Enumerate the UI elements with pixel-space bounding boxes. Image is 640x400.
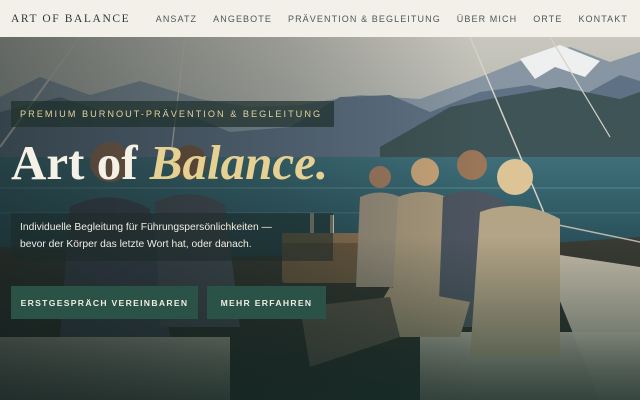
headline-accent: Balance.: [149, 135, 329, 190]
tagline-box: PREMIUM BURNOUT-PRÄVENTION & BEGLEITUNG: [11, 101, 334, 127]
hero-tagline: PREMIUM BURNOUT-PRÄVENTION & BEGLEITUNG: [20, 109, 323, 119]
cta-mehr-erfahren-button[interactable]: MEHR ERFAHREN: [207, 286, 326, 319]
cta-erstgespraech-button[interactable]: ERSTGESPRÄCH VEREINBAREN: [11, 286, 198, 319]
nav-item-praevention[interactable]: PRÄVENTION & BEGLEITUNG: [288, 14, 441, 24]
hero-lede: Individuelle Begleitung für Führungspers…: [11, 213, 333, 261]
hero-headline: Art of Balance.: [11, 133, 328, 193]
headline-main: Art of: [11, 135, 138, 190]
nav-item-orte[interactable]: ORTE: [533, 14, 562, 24]
lede-line-2: bevor der Körper das letzte Wort hat, od…: [20, 239, 252, 250]
nav-item-angebote[interactable]: ANGEBOTE: [213, 14, 272, 24]
site-header: ART OF BALANCE ANSATZ ANGEBOTE PRÄVENTIO…: [0, 0, 640, 37]
lede-line-1: Individuelle Begleitung für Führungspers…: [20, 222, 272, 233]
nav-item-ansatz[interactable]: ANSATZ: [156, 14, 197, 24]
brand-logo[interactable]: ART OF BALANCE: [11, 13, 130, 25]
nav-item-ueber-mich[interactable]: ÜBER MICH: [457, 14, 517, 24]
nav-item-kontakt[interactable]: KONTAKT: [578, 14, 628, 24]
hero-section: PREMIUM BURNOUT-PRÄVENTION & BEGLEITUNG …: [0, 37, 640, 400]
main-nav: ANSATZ ANGEBOTE PRÄVENTION & BEGLEITUNG …: [140, 14, 628, 24]
